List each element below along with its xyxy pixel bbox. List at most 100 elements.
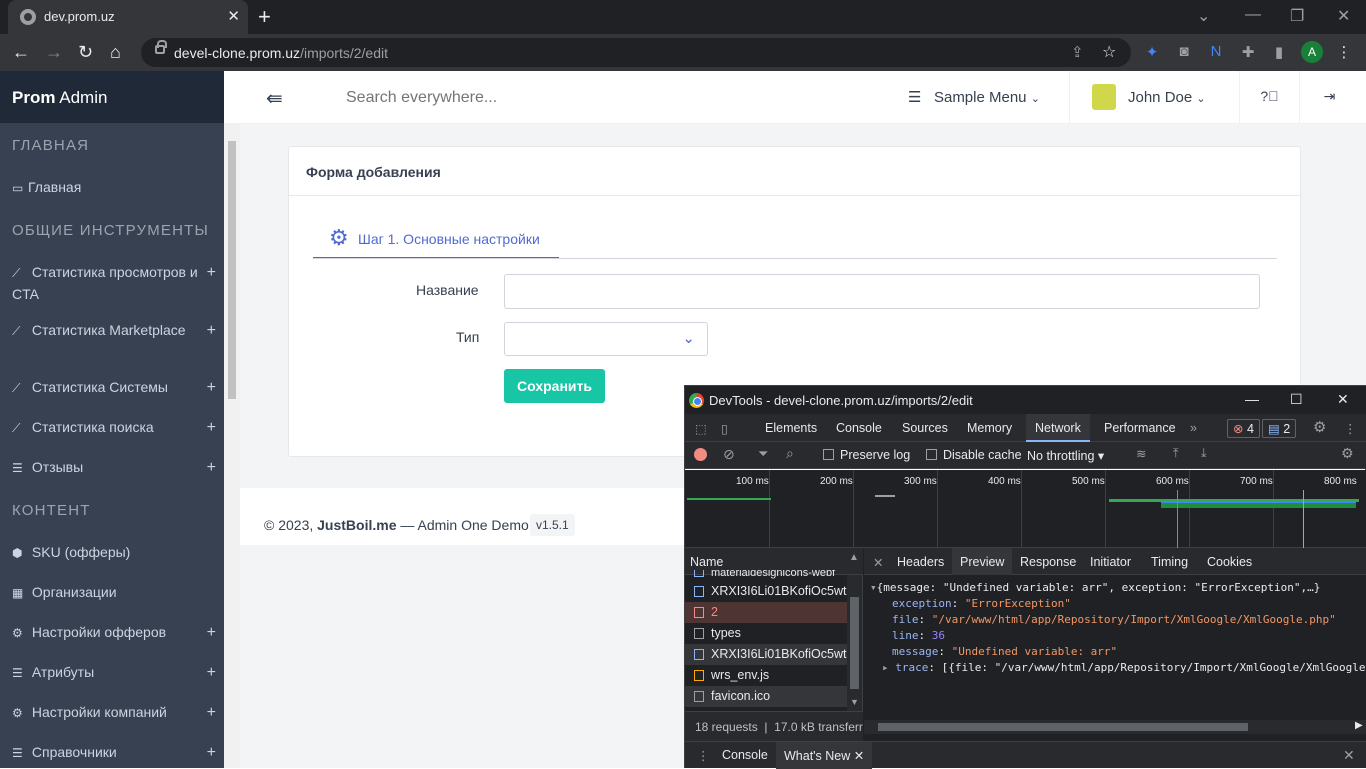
tab-memory[interactable]: Memory [967,421,1012,435]
tab-initiator[interactable]: Initiator [1090,555,1131,569]
drawer-menu-icon[interactable]: ⋮ [697,748,710,763]
close-drawer-icon[interactable]: ✕ [1343,747,1355,764]
scroll-down-icon[interactable]: ▼ [850,697,859,707]
menu-collapse-icon[interactable]: ⇚ [266,86,283,111]
clear-icon[interactable]: ⊘ [723,446,735,463]
minimize-icon[interactable]: — [1245,391,1259,407]
footer-link[interactable]: JustBoil.me [317,517,396,533]
expand-icon[interactable]: + [207,457,216,478]
sidebar-item-attributes[interactable]: ☰ Атрибуты + [12,662,222,684]
list-item[interactable]: XRXI3I6Li01BKofiOc5wtlZ. [685,581,847,602]
expand-icon[interactable]: + [207,320,216,341]
scrollbar-thumb[interactable] [850,597,859,689]
maximize-icon[interactable]: ☐ [1290,391,1303,408]
filter-icon[interactable]: ⏷ [758,446,768,462]
expand-triangle-icon[interactable]: ▾ [870,581,877,594]
sidebar-item-stats-system[interactable]: ⟋ Статистика Системы + [12,377,222,399]
export-har-icon[interactable]: ⤓ [1201,446,1207,461]
list-item[interactable]: favicon.ico [685,686,847,707]
sidebar-item-stats-marketplace[interactable]: ⟋ Статистика Marketplace + [12,320,222,342]
list-item[interactable]: XRXI3I6Li01BKofiOc5wtlZ. [685,644,847,665]
profile-avatar[interactable]: A [1301,41,1323,63]
sidebar-item-reviews[interactable]: ☰ Отзывы + [12,457,222,479]
close-icon[interactable]: ✕ [854,749,864,763]
sidebar-item-sku[interactable]: ⬢ SKU (офферы) [12,542,222,564]
scroll-right-icon[interactable]: ▶ [1355,720,1363,731]
kebab-menu-icon[interactable]: ⋮ [1344,421,1357,436]
preserve-log-checkbox[interactable] [823,449,834,460]
sample-menu-dropdown[interactable]: ☰ Sample Menu ⌄ [908,88,1040,106]
scrollbar-thumb[interactable] [878,723,1248,731]
json-summary[interactable]: ▾{message: "Undefined variable: arr", ex… [870,581,1320,594]
import-har-icon[interactable]: ⤒ [1173,446,1179,461]
throttling-select[interactable]: No throttling ▾ [1027,448,1104,463]
expand-icon[interactable]: + [207,742,216,763]
disable-cache-checkbox[interactable] [926,449,937,460]
error-count-badge[interactable]: ⊗ 4 [1227,419,1260,438]
name-field[interactable] [504,274,1260,309]
tab-elements[interactable]: Elements [765,421,817,435]
tab-search-icon[interactable]: ⌄ [1197,6,1210,26]
expand-icon[interactable]: + [207,417,216,438]
close-window-icon[interactable]: ✕ [1337,6,1350,26]
more-tabs-icon[interactable]: » [1190,421,1197,435]
tab-step-1[interactable]: ⚙ Шаг 1. Основные настройки [313,225,559,259]
minimize-icon[interactable]: — [1245,6,1261,24]
tab-sources[interactable]: Sources [902,421,948,435]
extension-icon[interactable]: ✦ [1143,43,1161,61]
logout-icon[interactable]: ⇥ [1299,71,1359,124]
lock-icon[interactable] [155,40,167,54]
list-item[interactable]: 2 [685,602,847,623]
sidebar-item-directories[interactable]: ☰ Справочники + [12,742,222,764]
tab-timing[interactable]: Timing [1151,555,1188,569]
sidebar-item-offer-settings[interactable]: ⚙ Настройки офферов + [12,622,222,644]
expand-icon[interactable]: + [207,377,216,398]
drawer-tab-whats-new[interactable]: What's New ✕ [776,742,873,769]
message-count-badge[interactable]: ▤ 2 [1262,419,1297,438]
restore-icon[interactable]: ❐ [1290,6,1304,26]
network-overview-timeline[interactable]: 100 ms 200 ms 300 ms 400 ms 500 ms 600 m… [685,470,1366,548]
sidebar-item-company-settings[interactable]: ⚙ Настройки компаний + [12,702,222,724]
expand-icon[interactable]: + [207,662,216,683]
sidepanel-icon[interactable]: ▮ [1270,43,1288,61]
sidebar-item-organizations[interactable]: ▦ Организации [12,582,222,604]
expand-icon[interactable]: + [207,262,216,283]
camera-icon[interactable]: ◙ [1175,43,1193,61]
type-select[interactable]: ⌄ [504,322,708,356]
tab-console[interactable]: Console [836,421,882,435]
save-button[interactable]: Сохранить [504,369,605,403]
reload-icon[interactable]: ↻ [78,42,93,63]
network-settings-icon[interactable]: ⚙ [1341,445,1354,462]
sidebar-scrollbar[interactable] [224,123,240,768]
list-item[interactable]: wrs_env.js [685,665,847,686]
forward-icon[interactable]: → [45,42,63,63]
drawer-tab-console[interactable]: Console [722,748,768,762]
list-item[interactable]: types [685,623,847,644]
expand-icon[interactable]: + [207,702,216,723]
list-item[interactable]: materialdesignicons-webf [685,570,847,581]
request-list-scrollbar[interactable]: ▼ [847,575,862,711]
device-toggle-icon[interactable]: ▯ [721,421,728,436]
collapse-triangle-icon[interactable]: ▸ [882,661,889,674]
record-icon[interactable] [694,448,707,461]
puzzle-icon[interactable]: ✚ [1239,43,1257,61]
inspect-icon[interactable]: ⬚ [695,421,707,436]
expand-icon[interactable]: + [207,622,216,643]
tab-response[interactable]: Response [1020,555,1076,569]
share-icon[interactable]: ⇪ [1071,43,1084,61]
home-icon[interactable]: ⌂ [110,42,121,63]
tab-performance[interactable]: Performance [1104,421,1176,435]
browser-tab[interactable]: dev.prom.uz ✕ [8,0,248,34]
new-tab-button[interactable]: + [258,4,271,30]
help-icon[interactable]: ?⃝ [1239,71,1299,124]
sidebar-item-home[interactable]: ▭ Главная [12,177,222,199]
close-details-icon[interactable]: ✕ [873,555,883,570]
search-icon[interactable]: ⌕ [786,445,794,462]
sidebar-item-stats-search[interactable]: ⟋ Статистика поиска + [12,417,222,439]
kebab-menu-icon[interactable]: ⋮ [1335,43,1353,61]
tab-headers[interactable]: Headers [897,555,944,569]
url-field[interactable]: devel-clone.prom.uz/imports/2/edit ⇪ ☆ [141,38,1131,67]
bookmark-star-icon[interactable]: ☆ [1102,42,1116,62]
horizontal-scrollbar[interactable]: ▶ [864,720,1366,734]
tab-cookies[interactable]: Cookies [1207,555,1252,569]
